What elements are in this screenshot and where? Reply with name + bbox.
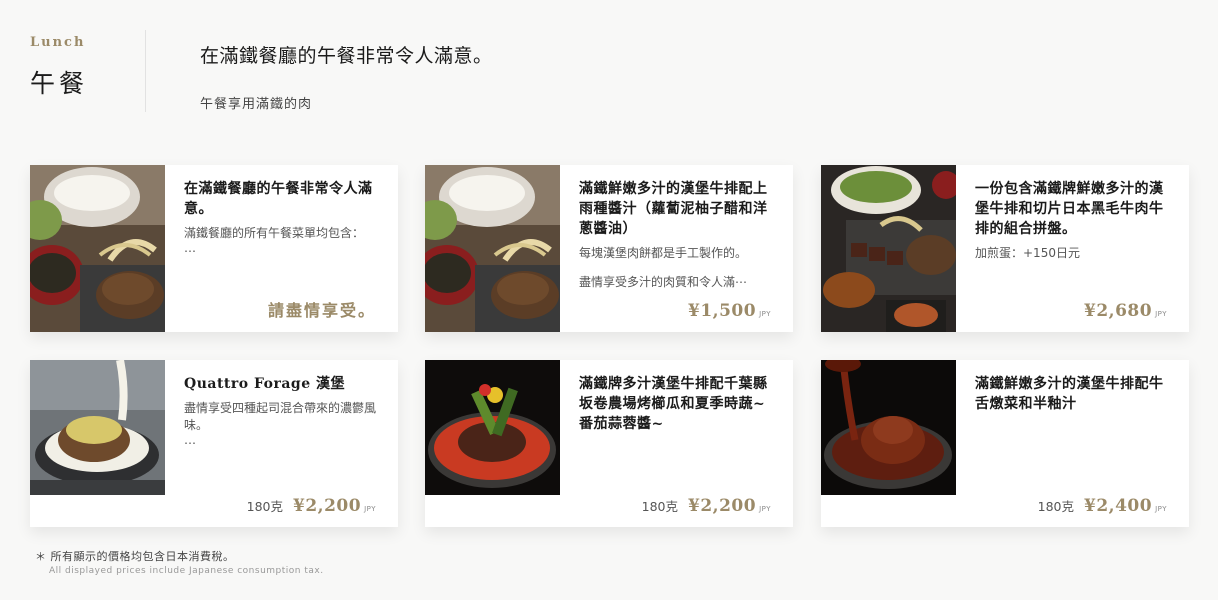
item-weight: 180克	[1037, 499, 1075, 514]
item-currency: JPY	[1155, 310, 1167, 318]
item-description: 盡情享受四種起司混合帶來的濃鬱風味。	[184, 401, 377, 432]
item-title: 滿鐵鮮嫩多汁的漢堡牛排配上雨種醬汁（蘿蔔泥柚子醋和洋蔥醬油）	[579, 181, 768, 237]
item-price-row: ¥2,680 JPY	[1084, 301, 1167, 321]
stew-hamburg-photo	[821, 360, 956, 527]
section-title: 午餐	[30, 69, 89, 98]
item-currency: JPY	[1155, 505, 1167, 513]
item-price-row: 180克 ¥2,200 JPY	[247, 496, 376, 516]
section-subline: 午餐享用滿鐵的肉	[200, 97, 313, 112]
item-price: ¥1,500	[688, 301, 757, 321]
menu-card-body: 滿鐵牌多汁漢堡牛排配千葉縣坂卷農場烤櫛瓜和夏季時蔬~番茄蒜蓉醬~ 180克 ¥2…	[560, 360, 793, 527]
item-more-ellipsis: …	[184, 241, 196, 255]
menu-card-hamburg-two-sauces[interactable]: 滿鐵鮮嫩多汁的漢堡牛排配上雨種醬汁（蘿蔔泥柚子醋和洋蔥醬油） 每塊漢堡肉餅都是手…	[425, 165, 793, 332]
tax-note-ja: ＊ 所有顯示的價格均包含日本消費稅。	[35, 550, 235, 563]
item-title: Quattro Forage 漢堡	[184, 376, 345, 392]
item-title: 一份包含滿鐵牌鮮嫩多汁的漢堡牛排和切片日本黑毛牛肉牛排的組合拼盤。	[975, 181, 1164, 237]
item-price: ¥2,680	[1084, 301, 1153, 321]
menu-card-body: 滿鐵鮮嫩多汁的漢堡牛排配牛舌燉菜和半釉汁 180克 ¥2,400 JPY	[956, 360, 1189, 527]
item-description: 滿鐵餐廳的所有午餐菜單均包含：	[184, 226, 365, 240]
item-description-2: 盡情享受多汁的肉質和令人滿⋯	[579, 275, 748, 289]
item-weight: 180克	[641, 499, 679, 514]
menu-card-body: 一份包含滿鐵牌鮮嫩多汁的漢堡牛排和切片日本黑毛牛肉牛排的組合拼盤。 加煎蛋：+1…	[956, 165, 1189, 332]
rice-soup-hamburg-set-photo	[30, 165, 165, 332]
tomato-hamburg-photo	[425, 360, 560, 527]
item-more-ellipsis: …	[184, 433, 196, 447]
section-headline: 在滿鐵餐廳的午餐非常令人滿意。	[200, 45, 493, 67]
item-description: 每塊漢堡肉餅都是手工製作的。	[579, 246, 748, 260]
menu-card-lunch-intro[interactable]: 在滿鐵餐廳的午餐非常令人滿意。 滿鐵餐廳的所有午餐菜單均包含： … 請盡情享受。	[30, 165, 398, 332]
item-price: ¥2,400	[1084, 496, 1153, 516]
rice-soup-hamburg-set-photo	[425, 165, 560, 332]
menu-card-body: 滿鐵鮮嫩多汁的漢堡牛排配上雨種醬汁（蘿蔔泥柚子醋和洋蔥醬油） 每塊漢堡肉餅都是手…	[560, 165, 793, 332]
item-price: ¥2,200	[293, 496, 362, 516]
item-title: 滿鐵牌多汁漢堡牛排配千葉縣坂卷農場烤櫛瓜和夏季時蔬~番茄蒜蓉醬~	[579, 376, 768, 432]
item-currency: JPY	[759, 505, 771, 513]
item-price-row: 180克 ¥2,400 JPY	[1038, 496, 1167, 516]
menu-card-steak-combo[interactable]: 一份包含滿鐵牌鮮嫩多汁的漢堡牛排和切片日本黑毛牛肉牛排的組合拼盤。 加煎蛋：+1…	[821, 165, 1189, 332]
cheese-hamburg-photo	[30, 360, 165, 527]
menu-card-quattro-forage[interactable]: Quattro Forage 漢堡 盡情享受四種起司混合帶來的濃鬱風味。 … 1…	[30, 360, 398, 527]
menu-card-body: 在滿鐵餐廳的午餐非常令人滿意。 滿鐵餐廳的所有午餐菜單均包含： … 請盡情享受。	[165, 165, 398, 332]
item-price-row: ¥1,500 JPY	[688, 301, 771, 321]
steak-combo-platter-photo	[821, 165, 956, 332]
menu-card-tongue-stew[interactable]: 滿鐵鮮嫩多汁的漢堡牛排配牛舌燉菜和半釉汁 180克 ¥2,400 JPY	[821, 360, 1189, 527]
section-header: Lunch 午餐 在滿鐵餐廳的午餐非常令人滿意。 午餐享用滿鐵的肉	[30, 30, 1190, 112]
menu-card-tomato-garlic[interactable]: 滿鐵牌多汁漢堡牛排配千葉縣坂卷農場烤櫛瓜和夏季時蔬~番茄蒜蓉醬~ 180克 ¥2…	[425, 360, 793, 527]
item-price: ¥2,200	[688, 496, 757, 516]
item-tagline-row: 請盡情享受。	[268, 297, 376, 321]
menu-card-body: Quattro Forage 漢堡 盡情享受四種起司混合帶來的濃鬱風味。 … 1…	[165, 360, 398, 527]
item-price-row: 180克 ¥2,200 JPY	[642, 496, 771, 516]
item-currency: JPY	[759, 310, 771, 318]
item-currency: JPY	[364, 505, 376, 513]
tax-note: ＊ 所有顯示的價格均包含日本消費稅。 All displayed prices …	[35, 548, 324, 576]
section-kicker: Lunch	[30, 35, 86, 50]
item-title: 在滿鐵餐廳的午餐非常令人滿意。	[184, 181, 373, 217]
item-description: 加煎蛋：+150日元	[975, 246, 1080, 260]
item-tagline: 請盡情享受。	[267, 301, 376, 320]
item-weight: 180克	[246, 499, 284, 514]
section-label: Lunch 午餐	[30, 30, 146, 112]
tax-note-en: All displayed prices include Japanese co…	[49, 566, 324, 576]
item-title: 滿鐵鮮嫩多汁的漢堡牛排配牛舌燉菜和半釉汁	[975, 376, 1164, 412]
